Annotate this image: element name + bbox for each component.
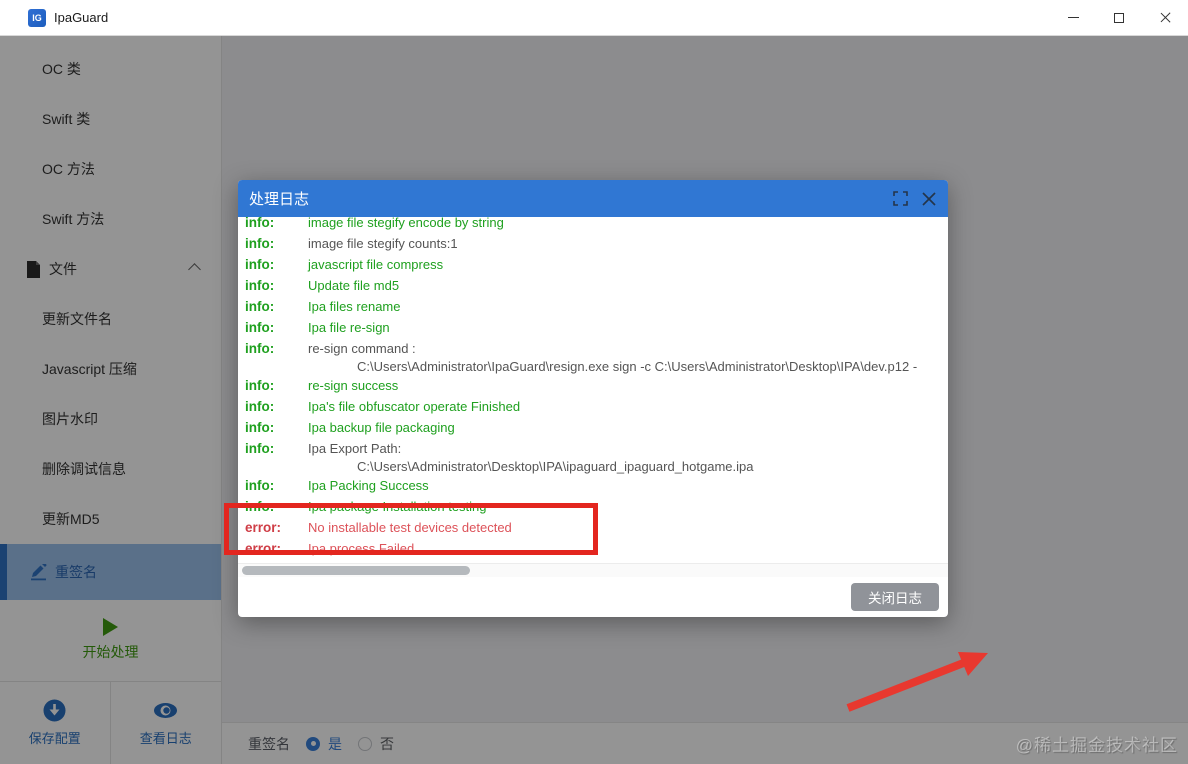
dialog-header[interactable]: 处理日志 [238, 180, 948, 217]
log-level: info: [245, 236, 275, 251]
title-bar: IG IpaGuard [0, 0, 1188, 36]
log-detail: C:\Users\Administrator\Desktop\IPA\ipagu… [357, 459, 754, 474]
log-message: Ipa Packing Success [308, 478, 429, 493]
close-log-button[interactable]: 关闭日志 [851, 583, 939, 611]
log-row: info: Ipa Packing Success [245, 475, 948, 496]
horizontal-scrollbar[interactable] [238, 563, 948, 577]
log-message: Ipa backup file packaging [308, 420, 455, 435]
app-logo-icon: IG [28, 8, 46, 27]
log-message: Ipa Export Path: [308, 441, 402, 456]
log-message: image file stegify counts:1 [308, 236, 458, 251]
horizontal-scrollbar-thumb[interactable] [242, 566, 470, 575]
close-icon [1160, 12, 1171, 23]
log-message: javascript file compress [308, 257, 444, 272]
window-title: IpaGuard [54, 10, 109, 25]
log-message: Ipa files rename [308, 299, 401, 314]
window-controls [1050, 0, 1188, 35]
maximize-icon [1114, 12, 1124, 23]
dialog-footer: 关闭日志 [238, 577, 948, 617]
log-row: info: Ipa's file obfuscator operate Finis… [245, 396, 948, 417]
log-level: info: [245, 441, 275, 456]
log-detail: C:\Users\Administrator\IpaGuard\resign.e… [357, 359, 918, 374]
log-row: info: Ipa Export Path: [245, 438, 948, 459]
fullscreen-icon[interactable] [893, 191, 908, 206]
log-message: Ipa's file obfuscator operate Finished [308, 399, 521, 414]
log-level: info: [245, 420, 275, 435]
minimize-icon [1067, 16, 1079, 19]
watermark: @稀土掘金技术社区 [1015, 736, 1178, 755]
log-level: info: [245, 378, 275, 393]
log-level: info: [245, 217, 275, 230]
log-row: info: Ipa files rename [245, 296, 948, 317]
log-row: info: javascript file compress [245, 254, 948, 275]
log-level: info: [245, 320, 275, 335]
close-window-button[interactable] [1142, 0, 1188, 35]
log-message: image file stegify encode by string [308, 217, 504, 230]
log-row: info: re-sign command : [245, 338, 948, 359]
log-row: info: re-sign success [245, 375, 948, 396]
log-level: info: [245, 341, 275, 356]
log-row: info: image file stegify counts:1 [245, 233, 948, 254]
log-level: info: [245, 299, 275, 314]
log-message: re-sign command : [308, 341, 416, 356]
log-row: info: Ipa backup file packaging [245, 417, 948, 438]
minimize-button[interactable] [1050, 0, 1096, 35]
dialog-close-icon[interactable] [922, 191, 936, 206]
log-level: info: [245, 399, 275, 414]
log-level: info: [245, 257, 275, 272]
log-message: Update file md5 [308, 278, 400, 293]
maximize-button[interactable] [1096, 0, 1142, 35]
error-highlight-annotation [224, 503, 598, 555]
log-row: info: image file stegify encode by string [245, 217, 948, 233]
dialog-title: 处理日志 [249, 191, 310, 208]
log-level: info: [245, 478, 275, 493]
log-message: Ipa file re-sign [308, 320, 390, 335]
log-row: info: Ipa file re-sign [245, 317, 948, 338]
log-row: info: Update file md5 [245, 275, 948, 296]
log-message: re-sign success [308, 378, 399, 393]
red-arrow-annotation [846, 652, 988, 712]
log-level: info: [245, 278, 275, 293]
